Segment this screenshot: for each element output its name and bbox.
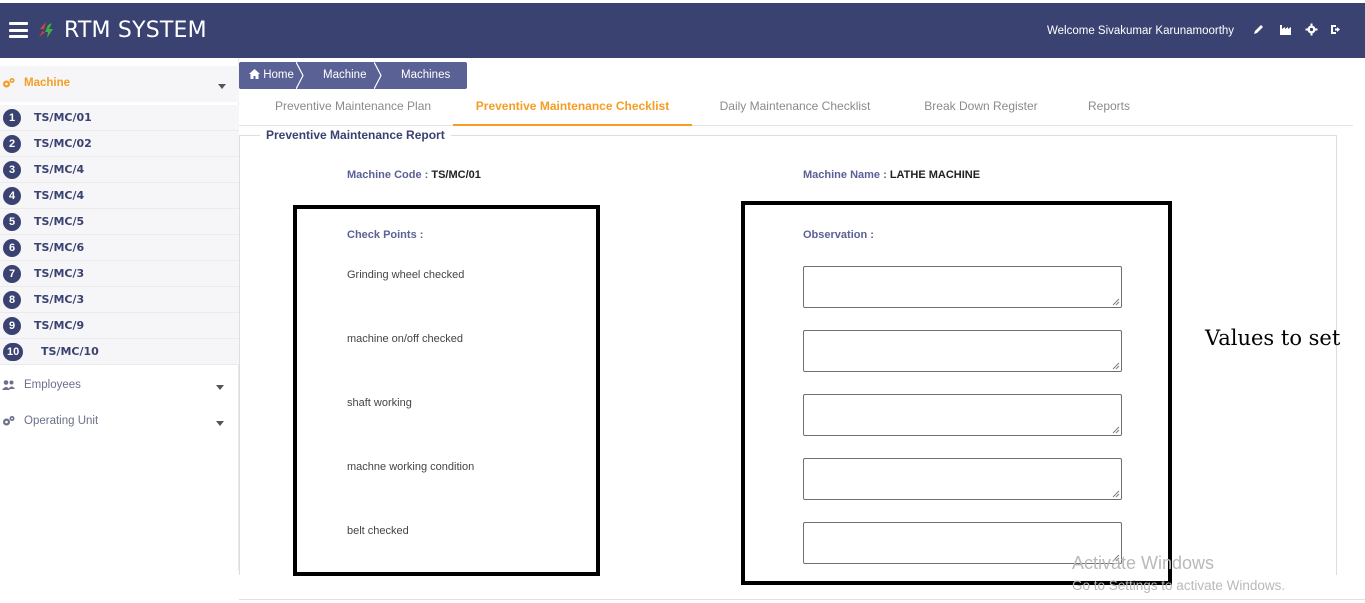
- sidebar-item-machine[interactable]: 7 TS/MC/3: [0, 261, 239, 287]
- machine-code-value: TS/MC/01: [431, 169, 481, 181]
- item-number-badge: 6: [3, 239, 21, 257]
- sidebar-section-label: Machine: [24, 77, 71, 89]
- logo-icon: [39, 22, 53, 38]
- menu-icon[interactable]: [9, 22, 28, 38]
- tab-break-down-register[interactable]: Break Down Register: [908, 99, 1054, 126]
- welcome-text: Welcome Sivakumar Karunamoorthy: [1047, 25, 1235, 37]
- item-number-badge: 3: [3, 161, 21, 179]
- breadcrumb: Home Machine Machines: [239, 62, 467, 89]
- footer-divider: [239, 599, 1365, 600]
- machine-code: TS/MC/01: [34, 111, 92, 124]
- machine-code: TS/MC/10: [41, 345, 99, 358]
- tab-preventive-maintenance-checklist[interactable]: Preventive Maintenance Checklist: [453, 99, 692, 126]
- top-navbar: RTM SYSTEM Welcome Sivakumar Karunamoort…: [0, 3, 1365, 58]
- item-number-badge: 10: [3, 343, 24, 361]
- machine-name-field: Machine Name : LATHE MACHINE: [803, 169, 980, 181]
- sidebar-item-machine[interactable]: 1 TS/MC/01: [0, 105, 239, 131]
- breadcrumb-separator: [374, 62, 382, 89]
- sidebar-item-machine[interactable]: 4 TS/MC/4: [0, 183, 239, 209]
- sidebar-section-employees[interactable]: Employees: [0, 371, 239, 401]
- machine-code-label: Machine Code :: [347, 169, 429, 181]
- sidebar-item-machine[interactable]: 6 TS/MC/6: [0, 235, 239, 261]
- sidebar: Machine 1 TS/MC/01 2 TS/MC/02 3 TS/MC/4 …: [0, 58, 239, 571]
- breadcrumb-machines[interactable]: Machines: [381, 62, 467, 89]
- item-number-badge: 9: [3, 317, 21, 335]
- cogs-icon: [2, 77, 15, 92]
- machine-code: TS/MC/3: [34, 267, 85, 280]
- annotation-box-observations: [741, 201, 1172, 585]
- item-number-badge: 7: [3, 265, 21, 283]
- sidebar-section-operating-unit[interactable]: Operating Unit: [0, 407, 239, 437]
- tab-daily-maintenance-checklist[interactable]: Daily Maintenance Checklist: [702, 99, 888, 126]
- breadcrumb-label: Machine: [323, 69, 367, 81]
- report-title: Preventive Maintenance Report: [260, 128, 451, 142]
- annotation-box-check-points: [293, 205, 600, 576]
- home-icon: [249, 69, 260, 79]
- caret-down-icon: [216, 385, 224, 390]
- caret-down-icon: [216, 421, 224, 426]
- machine-code: TS/MC/5: [34, 215, 85, 228]
- logout-icon[interactable]: [1329, 23, 1343, 37]
- machine-name-value: LATHE MACHINE: [889, 169, 981, 181]
- sidebar-item-machine[interactable]: 9 TS/MC/9: [0, 313, 239, 339]
- sidebar-section-machine[interactable]: Machine: [0, 66, 239, 102]
- machine-name-label: Machine Name :: [803, 169, 887, 181]
- gear-icon[interactable]: [1304, 23, 1318, 37]
- item-number-badge: 2: [3, 135, 21, 153]
- item-number-badge: 4: [3, 187, 21, 205]
- breadcrumb-machine[interactable]: Machine: [303, 62, 382, 89]
- users-icon: [2, 379, 15, 394]
- item-number-badge: 1: [3, 109, 21, 127]
- windows-watermark-title: Activate Windows: [1072, 553, 1215, 573]
- breadcrumb-label: Machines: [401, 69, 451, 81]
- sidebar-item-machine[interactable]: 3 TS/MC/4: [0, 157, 239, 183]
- machine-code: TS/MC/9: [34, 319, 85, 332]
- sidebar-item-machine[interactable]: 8 TS/MC/3: [0, 287, 239, 313]
- annotation-text: Values to set: [1205, 326, 1341, 350]
- app-title: RTM SYSTEM: [64, 18, 207, 43]
- item-number-badge: 5: [3, 213, 21, 231]
- caret-down-icon: [218, 84, 226, 89]
- tab-bar: Preventive Maintenance Plan Preventive M…: [239, 96, 1353, 126]
- machine-code: TS/MC/02: [34, 137, 92, 150]
- sidebar-item-machine[interactable]: 10 TS/MC/10: [0, 339, 239, 365]
- machine-code: TS/MC/3: [34, 293, 85, 306]
- pencil-icon[interactable]: [1251, 23, 1265, 37]
- breadcrumb-label: Home: [263, 69, 294, 81]
- item-number-badge: 8: [3, 291, 21, 309]
- tab-preventive-maintenance-plan[interactable]: Preventive Maintenance Plan: [253, 99, 453, 126]
- windows-watermark-subtitle: Go to Settings to activate Windows.: [1072, 578, 1286, 593]
- breadcrumb-home[interactable]: Home: [239, 62, 304, 89]
- machine-code: TS/MC/4: [34, 163, 85, 176]
- factory-icon[interactable]: [1278, 23, 1292, 37]
- machine-code-field: Machine Code : TS/MC/01: [347, 169, 481, 181]
- cogs-icon: [2, 415, 15, 430]
- breadcrumb-separator: [296, 62, 304, 89]
- tab-reports[interactable]: Reports: [1074, 99, 1144, 126]
- machine-code: TS/MC/4: [34, 189, 85, 202]
- machine-code: TS/MC/6: [34, 241, 85, 254]
- sidebar-item-machine[interactable]: 2 TS/MC/02: [0, 131, 239, 157]
- sidebar-item-machine[interactable]: 5 TS/MC/5: [0, 209, 239, 235]
- sidebar-section-label: Employees: [24, 379, 81, 391]
- sidebar-section-label: Operating Unit: [24, 415, 99, 427]
